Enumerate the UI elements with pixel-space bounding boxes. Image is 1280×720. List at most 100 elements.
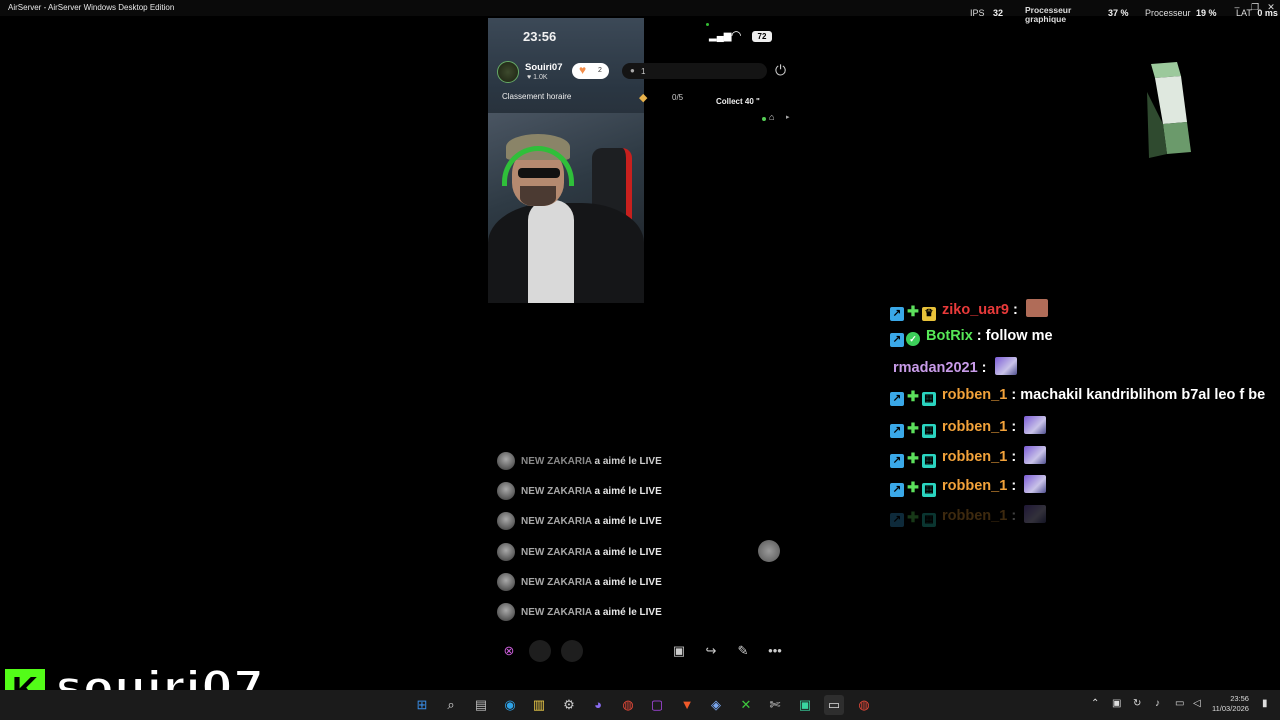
airserver-icon[interactable]: ▭: [824, 695, 844, 715]
plus-badge-icon: ✚: [907, 303, 919, 319]
rotating-cube-icon: [1147, 62, 1191, 158]
cpu-stat: Processeur 19 %: [1145, 8, 1217, 18]
task-view-icon[interactable]: ▤: [471, 695, 491, 715]
emote-icon: [1024, 505, 1047, 523]
wifi-icon: ◠: [731, 28, 742, 42]
chevron-up-icon[interactable]: ⌃: [1091, 698, 1099, 709]
hourly-ranking[interactable]: Classement horaire: [502, 92, 571, 101]
assistive-touch-button[interactable]: [758, 540, 780, 562]
chat-text: follow me: [985, 328, 1053, 344]
avatar: [497, 452, 515, 470]
chat-username[interactable]: robben_1: [942, 478, 1007, 494]
chrome-icon[interactable]: ◍: [618, 695, 638, 715]
chat-username[interactable]: robben_1: [942, 508, 1007, 524]
edge-icon[interactable]: ◉: [500, 695, 520, 715]
badge-icon: ↗: [890, 483, 904, 497]
screen-record-icon[interactable]: ▣: [668, 640, 690, 662]
avatar: [497, 482, 515, 500]
collect-banner[interactable]: Collect 40 ": [716, 97, 760, 106]
follow-count: 2: [598, 67, 602, 74]
chrome-profile-icon[interactable]: ◍: [854, 695, 874, 715]
like-entry: NEW ZAKARIA a aimé le LIVE: [521, 516, 662, 527]
twitch-icon[interactable]: ▢: [647, 695, 667, 715]
fps-stat: IPS 32: [970, 8, 1003, 18]
avatar: [497, 603, 515, 621]
search-icon[interactable]: ⌕: [441, 695, 461, 715]
like-message: a aimé le LIVE: [594, 456, 662, 467]
store-icon[interactable]: ▥: [529, 695, 549, 715]
avatar: [497, 543, 515, 561]
like-user: NEW ZAKARIA: [521, 456, 592, 467]
plus-badge-icon: ✚: [907, 509, 919, 525]
network-icon[interactable]: ▭: [1175, 698, 1184, 709]
blank-control-button[interactable]: [529, 640, 551, 662]
tray-app-icon[interactable]: ▣: [1112, 698, 1121, 709]
more-icon[interactable]: •••: [764, 640, 786, 662]
share-icon[interactable]: ↪: [700, 640, 722, 662]
badge-icon: ↗: [890, 424, 904, 438]
fps-label: IPS: [970, 8, 985, 18]
emote-icon: [1024, 446, 1047, 464]
power-icon[interactable]: ⏻: [775, 62, 786, 79]
plus-badge-icon: ✚: [907, 479, 919, 495]
chat-username[interactable]: robben_1: [942, 419, 1007, 435]
badge-icon: ↗: [890, 333, 904, 347]
notification-icon[interactable]: ▮: [1262, 698, 1268, 709]
effects-icon[interactable]: ⊗: [498, 640, 520, 662]
gpu-label-line2: graphique: [1025, 14, 1067, 24]
window-titlebar: AirServer - AirServer Windows Desktop Ed…: [0, 0, 1280, 16]
gpu-value: 37 %: [1108, 8, 1129, 18]
chat-message: ↗ ✚ ▦ robben_1 :: [890, 416, 1047, 438]
emote-icon: [1025, 299, 1048, 317]
chat-separator: :: [1007, 387, 1017, 403]
chat-username[interactable]: robben_1: [942, 387, 1007, 403]
sync-icon[interactable]: ↻: [1133, 698, 1141, 709]
gift-badge-icon: ▦: [922, 392, 936, 406]
chat-username[interactable]: robben_1: [942, 449, 1007, 465]
chat-username[interactable]: rmadan2021: [893, 360, 978, 376]
host-avatar[interactable]: [497, 61, 519, 83]
blank-control-button[interactable]: [561, 640, 583, 662]
taskbar-clock[interactable]: 23:56 11/03/2026: [1212, 694, 1249, 714]
chevron-right-icon[interactable]: ▸: [786, 113, 790, 121]
taskbar: [0, 690, 1280, 720]
like-entry: NEW ZAKARIA a aimé le LIVE: [521, 456, 662, 467]
gift-badge-icon: ▦: [922, 454, 936, 468]
avatar: [497, 512, 515, 530]
gift-icon[interactable]: ◆: [639, 91, 647, 104]
tool-icon[interactable]: ✄: [765, 695, 785, 715]
obs-icon[interactable]: ▣: [795, 695, 815, 715]
follow-button[interactable]: [572, 63, 609, 79]
viewer-count: 1: [641, 67, 646, 76]
app-icon[interactable]: ◈: [706, 695, 726, 715]
like-message: a aimé le LIVE: [594, 547, 662, 558]
discord-icon[interactable]: ◕: [588, 695, 608, 715]
chat-separator: :: [1008, 302, 1018, 318]
gift-badge-icon: ▦: [922, 424, 936, 438]
cpu-value: 19 %: [1196, 8, 1217, 18]
phone-clock: 23:56: [523, 29, 557, 44]
verified-badge-icon: ✓: [906, 332, 920, 346]
gift-badge-icon: ▦: [922, 483, 936, 497]
like-message: a aimé le LIVE: [594, 607, 662, 618]
chat-username[interactable]: BotRix: [926, 328, 973, 344]
crown-badge-icon: ♛: [922, 307, 936, 321]
gift-badge-icon: ▦: [922, 513, 936, 527]
like-entry: NEW ZAKARIA a aimé le LIVE: [521, 607, 662, 618]
volume-icon[interactable]: ◁: [1193, 698, 1201, 709]
chat-username[interactable]: ziko_uar9: [942, 302, 1009, 318]
heart-icon: ♥: [579, 63, 587, 77]
signal-icon: ▂▄▆: [709, 31, 732, 42]
host-name[interactable]: Souiri07: [525, 62, 563, 73]
settings-icon[interactable]: ⚙: [559, 695, 579, 715]
windows-start-icon[interactable]: ⊞: [412, 695, 432, 715]
magic-wand-icon[interactable]: ✎: [732, 640, 754, 662]
cpu-label: Processeur: [1145, 8, 1191, 18]
microphone-icon[interactable]: ♪: [1155, 698, 1160, 709]
brave-icon[interactable]: ▼: [677, 695, 697, 715]
plus-badge-icon: ✚: [907, 388, 919, 404]
xbox-icon[interactable]: ✕: [736, 695, 756, 715]
latency-stat: LAT 0 ms: [1236, 8, 1278, 18]
home-icon[interactable]: ⌂: [769, 112, 774, 122]
camera-indicator-dot: [706, 23, 709, 26]
